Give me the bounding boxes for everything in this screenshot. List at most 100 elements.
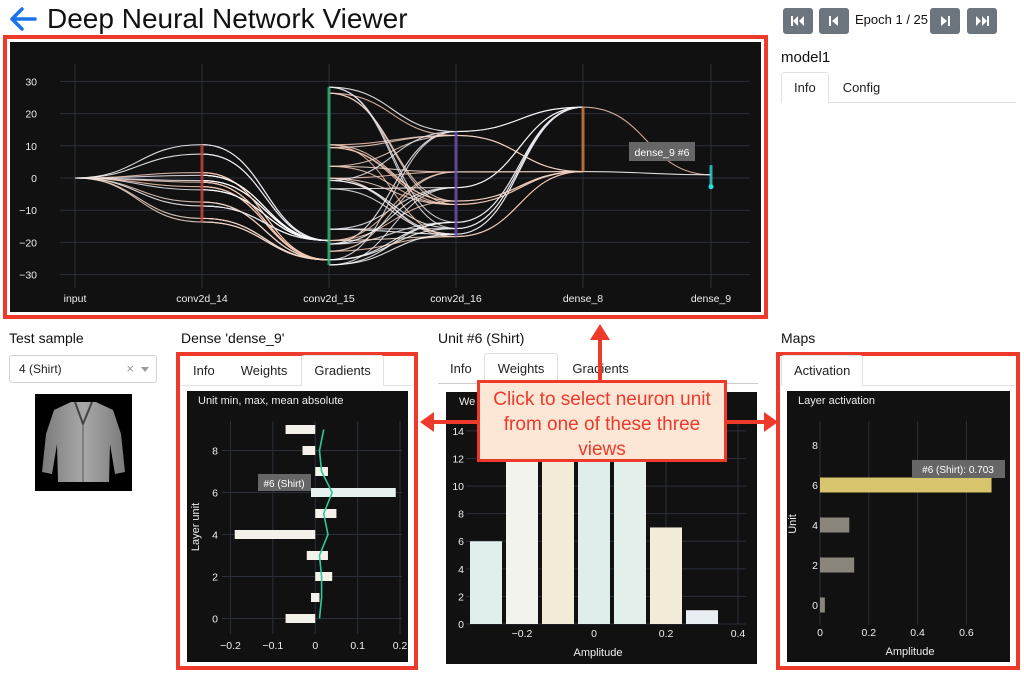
maps-ylabel: Unit	[787, 514, 799, 534]
svg-text:dense_9 #6: dense_9 #6	[635, 147, 690, 159]
gradient-bar	[315, 572, 333, 581]
prev-epoch-button[interactable]	[819, 8, 849, 34]
y-tick-label: 4	[812, 520, 818, 532]
histogram-bar	[470, 541, 502, 624]
y-tick-label: 6	[812, 480, 818, 492]
network-graph-panel: 30 20 10 0 −10 −20 −30 input conv2d_14 conv2d_15…	[10, 42, 761, 312]
tab-maps-activation[interactable]: Activation	[781, 355, 864, 386]
x-tick-label: 0.4	[731, 628, 746, 640]
layer-label: conv2d_16	[430, 293, 482, 305]
x-tick-label: −0.1	[262, 640, 283, 652]
y-tick-label: 30	[25, 76, 37, 88]
next-epoch-button[interactable]	[930, 8, 960, 34]
y-tick-label: −10	[19, 205, 37, 217]
mean-absolute-line	[318, 429, 334, 619]
x-tick-label: 0.6	[959, 627, 974, 639]
dense-gradient-plot[interactable]: −0.2 −0.1 0 0.1 0.2 8 6 4 2 0 Layer unit #6 (Shir…	[187, 391, 408, 662]
connection-line	[201, 144, 330, 242]
connection-line	[74, 153, 203, 179]
svg-text:#6 (Shirt): #6 (Shirt)	[263, 479, 304, 490]
back-arrow-icon[interactable]	[8, 6, 38, 32]
connection-line	[582, 106, 712, 176]
gradient-bar	[311, 488, 396, 497]
layer-label: conv2d_15	[303, 293, 355, 305]
connection-line	[455, 171, 584, 202]
model-name: model1	[781, 49, 831, 66]
step-back-icon	[829, 16, 838, 26]
y-tick-label: 0	[212, 614, 218, 626]
x-tick-label: 0.2	[393, 640, 408, 652]
y-tick-label: 10	[452, 481, 464, 493]
skip-first-icon	[791, 16, 804, 26]
connection-line	[328, 86, 457, 133]
maps-plot-panel: Layer activation 0 0.2 0.4 0.6 8 6 4 2 0 Unit Am…	[787, 391, 1010, 662]
activation-bar	[820, 597, 825, 613]
connection-line	[455, 106, 584, 223]
y-tick-label: 4	[458, 564, 464, 576]
tab-model-config[interactable]: Config	[829, 72, 895, 103]
selected-neuron-dot	[708, 184, 714, 190]
gradient-bar	[285, 425, 316, 434]
skip-last-icon	[976, 16, 989, 26]
chevron-down-icon[interactable]	[141, 367, 149, 372]
x-tick-label: 0	[591, 628, 597, 640]
first-epoch-button[interactable]	[783, 8, 813, 34]
x-tick-label: 0.2	[861, 627, 876, 639]
y-tick-label: 8	[212, 446, 218, 458]
histogram-bar	[686, 610, 718, 624]
layer-label: input	[64, 293, 87, 305]
x-tick-label: 0.1	[350, 640, 365, 652]
y-tick-label: 0	[31, 173, 37, 185]
layer-label: dense_9	[691, 293, 731, 305]
gradient-bar	[234, 530, 316, 539]
x-tick-label: −0.2	[220, 640, 241, 652]
maps-tabs: Activation	[781, 355, 1015, 386]
y-tick-label: 2	[812, 560, 818, 572]
tab-model-info[interactable]: Info	[781, 72, 829, 103]
connection-line	[201, 221, 330, 261]
gradient-bar	[285, 614, 316, 623]
activation-bar	[820, 557, 855, 573]
network-graph-plot[interactable]: 30 20 10 0 −10 −20 −30 input conv2d_14 conv2d_15…	[10, 42, 761, 312]
dense-ylabel: Layer unit	[190, 503, 202, 551]
y-tick-label: 6	[212, 488, 218, 500]
connection-line	[455, 134, 584, 173]
connection-line	[201, 181, 330, 261]
shirt-image	[42, 401, 125, 482]
gradient-bar	[311, 593, 320, 602]
activation-bar	[820, 477, 992, 493]
tab-dense-weights[interactable]: Weights	[227, 355, 302, 386]
maps-plot-title: Layer activation	[798, 395, 876, 407]
last-epoch-button[interactable]	[967, 8, 997, 34]
y-tick-label: 10	[25, 141, 37, 153]
connection-line	[328, 227, 457, 230]
sample-image	[35, 394, 132, 491]
dense-plot-panel: Unit min, max, mean absolute −0.2 −0.1 0 0.…	[187, 391, 408, 662]
tab-dense-info[interactable]: Info	[181, 355, 227, 386]
connection-line	[328, 144, 457, 202]
layer-label: dense_8	[563, 293, 603, 305]
layer-activation-plot[interactable]: 0 0.2 0.4 0.6 8 6 4 2 0 Unit Amplitude #6 (Shirt…	[787, 391, 1010, 662]
y-tick-label: 8	[458, 509, 464, 521]
unit-xlabel: Amplitude	[574, 647, 623, 659]
network-tooltip: dense_9 #6	[629, 142, 695, 161]
gradient-bar	[306, 551, 328, 560]
tab-dense-gradients[interactable]: Gradients	[301, 355, 384, 386]
sample-select[interactable]: 4 (Shirt) ×	[9, 355, 157, 383]
model-tabs: Info Config	[781, 72, 1016, 103]
y-tick-label: 12	[452, 453, 464, 465]
dense-panel-title: Dense 'dense_9'	[181, 330, 285, 346]
x-tick-label: −0.2	[512, 628, 533, 640]
connection-line	[74, 177, 203, 223]
y-tick-label: 0	[812, 600, 818, 612]
y-tick-label: 4	[212, 530, 218, 542]
x-tick-label: 0	[312, 640, 318, 652]
histogram-bar	[650, 527, 682, 624]
connection-line	[328, 92, 457, 136]
activation-bar	[820, 517, 850, 533]
clear-icon[interactable]: ×	[126, 356, 134, 382]
epoch-label: Epoch 1 / 25	[855, 12, 928, 27]
maps-panel-title: Maps	[781, 330, 816, 346]
maps-xlabel: Amplitude	[886, 646, 935, 658]
y-tick-label: 6	[458, 536, 464, 548]
